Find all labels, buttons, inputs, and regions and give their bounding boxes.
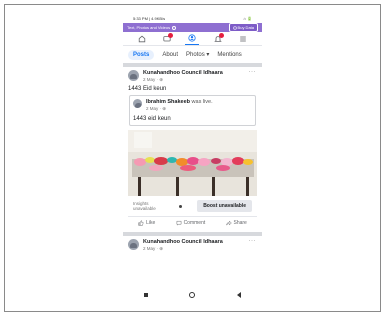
post-author[interactable]: Kunahandhoo Council Idhaara <box>143 70 223 77</box>
tab-notifications[interactable] <box>211 32 225 45</box>
subtab-posts[interactable]: Posts <box>128 49 155 60</box>
tab-home[interactable] <box>135 33 149 45</box>
buy-data-button[interactable]: Buy Data <box>228 23 258 32</box>
post-meta: 2 May · ⊕ <box>143 246 164 251</box>
promo-text: Text, Photos and Videos <box>127 25 171 30</box>
comment-icon <box>176 220 181 226</box>
avatar[interactable] <box>128 239 139 250</box>
post-header: Kunahandhoo Council Idhaara 2 May · ⊕ <box>128 70 257 83</box>
shared-author-line: Ibrahim Shakeeb was live. <box>146 99 213 106</box>
tab-menu[interactable] <box>236 33 250 45</box>
shared-avatar[interactable] <box>133 99 142 108</box>
shared-author-block: Ibrahim Shakeeb was live. 2 May · ⊕ <box>146 99 213 112</box>
share-icon <box>225 220 232 226</box>
comment-button[interactable]: Comment <box>176 220 206 226</box>
subtab-about[interactable]: About <box>162 52 178 58</box>
like-icon <box>138 220 144 226</box>
shared-post[interactable]: Ibrahim Shakeeb was live. 2 May · ⊕ 1443… <box>129 95 256 126</box>
buy-data-label: Buy Data <box>237 25 254 30</box>
status-bar: 5:33 PM | 4.9KB/s ⌂ 🔋 <box>123 13 262 23</box>
like-button[interactable]: Like <box>138 220 155 226</box>
shared-action: was live. <box>190 99 213 105</box>
post-actions: Like Comment Share <box>128 216 257 229</box>
top-tab-bar <box>123 32 262 46</box>
globe-icon <box>232 25 237 30</box>
tab-messages[interactable] <box>160 32 174 45</box>
tab-profile[interactable] <box>185 33 200 45</box>
insights-dot-icon <box>178 204 182 208</box>
insights-text: Insights unavailable <box>133 201 156 211</box>
back-button[interactable] <box>237 292 242 298</box>
post-author-block: Kunahandhoo Council Idhaara 2 May · ⊕ <box>143 239 223 252</box>
more-options-icon[interactable]: ··· <box>249 69 257 75</box>
shared-post-text: 1443 eid keun <box>133 116 171 122</box>
comment-label: Comment <box>183 220 206 226</box>
status-time: 5:33 PM | 4.9KB/s <box>133 15 166 21</box>
shared-post-header: Ibrahim Shakeeb was live. 2 May · ⊕ <box>133 99 252 112</box>
notifications-badge <box>218 32 224 38</box>
share-button[interactable]: Share <box>225 220 247 226</box>
menu-icon <box>240 36 247 41</box>
post-header: Kunahandhoo Council Idhaara 2 May · ⊕ <box>128 239 257 252</box>
post-photo[interactable] <box>128 130 257 196</box>
subtab-photos[interactable]: Photos ▾ <box>186 51 209 58</box>
post-text: 1443 Eid keun <box>128 86 167 92</box>
avatar[interactable] <box>128 70 139 81</box>
shared-author[interactable]: Ibrahim Shakeeb <box>146 99 190 105</box>
info-icon[interactable] <box>172 25 177 30</box>
subtab-mentions[interactable]: Mentions <box>217 52 241 58</box>
home-icon <box>138 35 145 42</box>
profile-icon <box>188 34 197 42</box>
insights-row: Insights unavailable Boost unavailable <box>128 196 257 216</box>
profile-sub-tabs: Posts About Photos ▾ Mentions <box>123 46 262 63</box>
photo-illustration <box>128 130 257 196</box>
promo-banner[interactable]: Text, Photos and Videos Buy Data <box>123 23 262 32</box>
more-options-icon[interactable]: ··· <box>249 238 257 244</box>
like-label: Like <box>146 220 156 226</box>
share-label: Share <box>233 220 247 226</box>
recents-button[interactable] <box>143 293 148 297</box>
post-meta: 2 May · ⊕ <box>143 77 164 82</box>
phone-screen: 5:33 PM | 4.9KB/s ⌂ 🔋 Text, Photos and V… <box>123 13 262 304</box>
home-button[interactable] <box>189 292 196 298</box>
android-nav-bar <box>123 286 262 304</box>
promo-text-wrap: Text, Photos and Videos <box>127 25 177 30</box>
post-card: Kunahandhoo Council Idhaara 2 May · ⊕ ··… <box>123 67 262 232</box>
shared-meta: 2 May · ⊕ <box>146 106 167 111</box>
messages-badge <box>168 32 174 38</box>
post-card: Kunahandhoo Council Idhaara 2 May · ⊕ ··… <box>123 236 262 255</box>
status-icons: ⌂ 🔋 <box>243 15 252 21</box>
boost-button[interactable]: Boost unavailable <box>197 200 252 212</box>
post-author[interactable]: Kunahandhoo Council Idhaara <box>143 239 223 246</box>
post-author-block: Kunahandhoo Council Idhaara 2 May · ⊕ <box>143 70 223 83</box>
